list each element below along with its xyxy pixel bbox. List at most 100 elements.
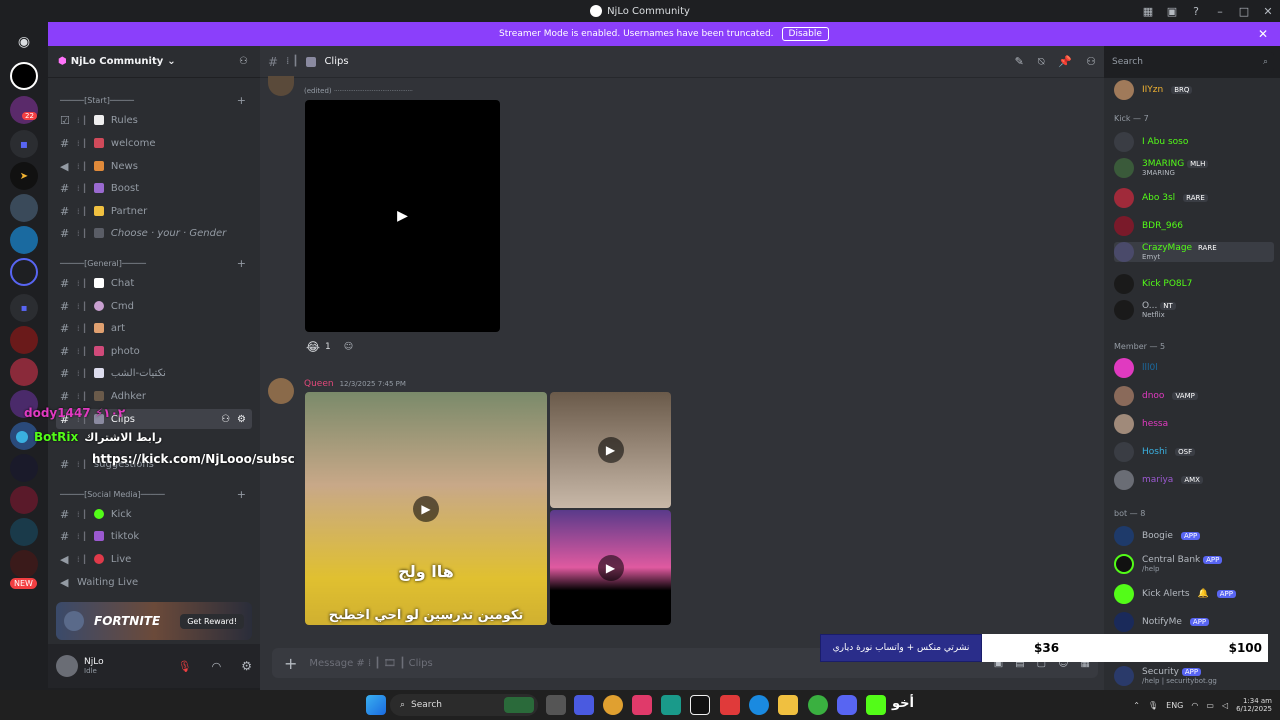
gear-icon[interactable]: ⚙ xyxy=(237,414,246,425)
member-item[interactable]: O... NT Netflix xyxy=(1114,300,1274,320)
add-channel-icon[interactable]: + xyxy=(237,257,246,270)
play-icon[interactable]: ▶ xyxy=(597,554,624,581)
app-icon[interactable] xyxy=(690,695,710,715)
add-reaction-icon[interactable]: ☺ xyxy=(344,342,353,352)
video-attachment[interactable]: ▶ xyxy=(305,100,500,332)
channel-welcome[interactable]: # ⁞ ┃ welcome xyxy=(56,133,252,153)
category-general[interactable]: ─────[General]───── + xyxy=(60,257,246,270)
help-icon[interactable]: ? xyxy=(1184,0,1208,22)
discord-home-icon[interactable]: ◉ xyxy=(10,28,38,56)
kick-icon[interactable] xyxy=(866,695,886,715)
edge-icon[interactable] xyxy=(749,695,769,715)
member-item[interactable]: Kick PO8L7 xyxy=(1114,274,1274,294)
channel-photo[interactable]: # ⁞ ┃ photo xyxy=(56,341,252,361)
server-icon[interactable]: ▪ xyxy=(10,130,38,158)
channel-chat[interactable]: # ⁞ ┃ Chat xyxy=(56,273,252,293)
inbox-icon[interactable]: ▦ xyxy=(1136,0,1160,22)
member-item[interactable]: NotifyMe APP xyxy=(1114,612,1274,632)
member-item[interactable]: mariya AMX xyxy=(1114,470,1274,490)
member-item[interactable]: Abo 3sl RARE xyxy=(1114,188,1274,208)
minimize-button[interactable]: – xyxy=(1208,0,1232,22)
video-attachment[interactable]: ▶ هاا ولج تكومين تدرسين لو احي اخطبح xyxy=(305,392,547,625)
windows-start-icon[interactable] xyxy=(366,695,386,715)
play-icon[interactable]: ▶ xyxy=(397,208,408,224)
server-icon[interactable] xyxy=(10,518,38,546)
server-icon[interactable] xyxy=(10,226,38,254)
channel-waiting-live[interactable]: ◀ Waiting Live xyxy=(56,572,252,592)
member-item[interactable]: BDR_966 xyxy=(1114,216,1274,236)
close-button[interactable]: ✕ xyxy=(1256,0,1280,22)
category-social-media[interactable]: ─────[Social Media]───── + xyxy=(60,488,246,501)
channel-tiktok[interactable]: # ⁞ ┃ tiktok xyxy=(56,526,252,546)
member-item[interactable]: dnoo VAMP xyxy=(1114,386,1274,406)
member-item[interactable]: Security APP/help | securitybot.gg xyxy=(1114,666,1274,686)
app-icon[interactable] xyxy=(574,695,594,715)
server-icon[interactable]: ➤ xyxy=(10,162,38,190)
video-attachment[interactable]: ▶ xyxy=(550,392,671,508)
taskbar-search[interactable]: ⌕ Search xyxy=(390,694,538,716)
server-icon[interactable] xyxy=(10,550,38,578)
server-icon-njlo[interactable] xyxy=(10,62,38,90)
task-view-icon[interactable] xyxy=(546,695,566,715)
play-icon[interactable]: ▶ xyxy=(413,495,439,522)
wifi-icon[interactable]: ◠ xyxy=(1191,701,1198,710)
headphones-icon[interactable]: ◠ xyxy=(212,660,222,673)
server-icon[interactable] xyxy=(10,194,38,222)
avatar[interactable] xyxy=(56,655,78,677)
channel-live[interactable]: ◀ ⁞ ┃ Live xyxy=(56,549,252,569)
disable-button[interactable]: Disable xyxy=(781,27,829,41)
discord-icon[interactable] xyxy=(837,695,857,715)
pin-icon[interactable]: 📌 xyxy=(1058,55,1072,69)
battery-icon[interactable]: ▭ xyxy=(1206,701,1214,710)
reaction[interactable]: 😂 1 ☺ xyxy=(306,340,353,354)
app-icon[interactable] xyxy=(661,695,681,715)
member-item[interactable]: Central Bank APP/help xyxy=(1114,554,1274,574)
language[interactable]: ENG xyxy=(1166,701,1183,710)
server-icon[interactable]: ▪ xyxy=(10,294,38,322)
add-member-icon[interactable]: ⚇ xyxy=(221,414,230,425)
threads-icon[interactable]: ✎ xyxy=(1015,55,1024,69)
members-icon[interactable]: ⚇ xyxy=(1086,55,1096,69)
channel-art[interactable]: # ⁞ ┃ art xyxy=(56,318,252,338)
channel-memes[interactable]: # ⁞ ┃ نكتيات-الشب xyxy=(56,363,252,383)
member-item[interactable]: Kick Alerts 🔔 APP xyxy=(1114,584,1274,604)
server-icon[interactable] xyxy=(10,258,38,286)
mic-icon[interactable]: 🎙 xyxy=(1148,701,1158,710)
member-item[interactable]: lll0l xyxy=(1114,358,1274,378)
maximize-button[interactable]: □ xyxy=(1232,0,1256,22)
channel-cmd[interactable]: # ⁞ ┃ Cmd xyxy=(56,296,252,316)
volume-icon[interactable]: ◁ xyxy=(1222,701,1228,710)
file-icon[interactable] xyxy=(720,695,740,715)
category-start[interactable]: ─────[Start]───── + xyxy=(60,94,246,107)
invite-icon[interactable]: ⚇ xyxy=(239,56,248,67)
channel-choose-gender[interactable]: # ⁞ ┃ Choose · your · Gender xyxy=(56,223,252,243)
mute-icon[interactable]: 🎙 xyxy=(178,660,192,673)
taskbar-app-text[interactable]: أخو xyxy=(892,696,914,711)
channel-rules[interactable]: ☑ ⁞ ┃ Rules xyxy=(56,110,252,130)
add-attachment-icon[interactable]: + xyxy=(284,654,297,673)
channel-kick[interactable]: # ⁞ ┃ Kick xyxy=(56,504,252,524)
play-icon[interactable]: ▶ xyxy=(597,437,624,463)
add-channel-icon[interactable]: + xyxy=(237,488,246,501)
folder-icon[interactable] xyxy=(778,695,798,715)
tiktok-icon[interactable] xyxy=(632,695,652,715)
add-channel-icon[interactable]: + xyxy=(237,94,246,107)
gear-icon[interactable]: ⚙ xyxy=(241,659,252,673)
search-input[interactable]: Search ⌕ xyxy=(1104,52,1274,72)
chrome-icon[interactable] xyxy=(603,695,623,715)
fortnite-promo[interactable]: FORTNITE Get Reward! xyxy=(56,602,252,640)
member-item[interactable]: Boogie APP xyxy=(1114,526,1274,546)
server-icon[interactable] xyxy=(10,486,38,514)
channel-partner[interactable]: # ⁞ ┃ Partner xyxy=(56,201,252,221)
chevron-up-icon[interactable]: ⌃ xyxy=(1133,701,1140,710)
member-item[interactable]: IIYzn BRQ xyxy=(1114,80,1274,100)
server-icon[interactable] xyxy=(10,326,38,354)
message-author[interactable]: Queen xyxy=(304,379,334,389)
server-header[interactable]: ⬢ NjLo Community ⌄ ⚇ xyxy=(48,46,260,78)
channel-adhker[interactable]: # ⁞ ┃ Adhker xyxy=(56,386,252,406)
member-item[interactable]: Hoshi OSF xyxy=(1114,442,1274,462)
clock[interactable]: 1:34 am 6/12/2025 xyxy=(1236,697,1272,713)
member-item[interactable]: CrazyMage RARE Emyt xyxy=(1114,242,1274,262)
member-item[interactable]: I Abu soso xyxy=(1114,132,1274,152)
message-avatar[interactable] xyxy=(268,378,294,404)
